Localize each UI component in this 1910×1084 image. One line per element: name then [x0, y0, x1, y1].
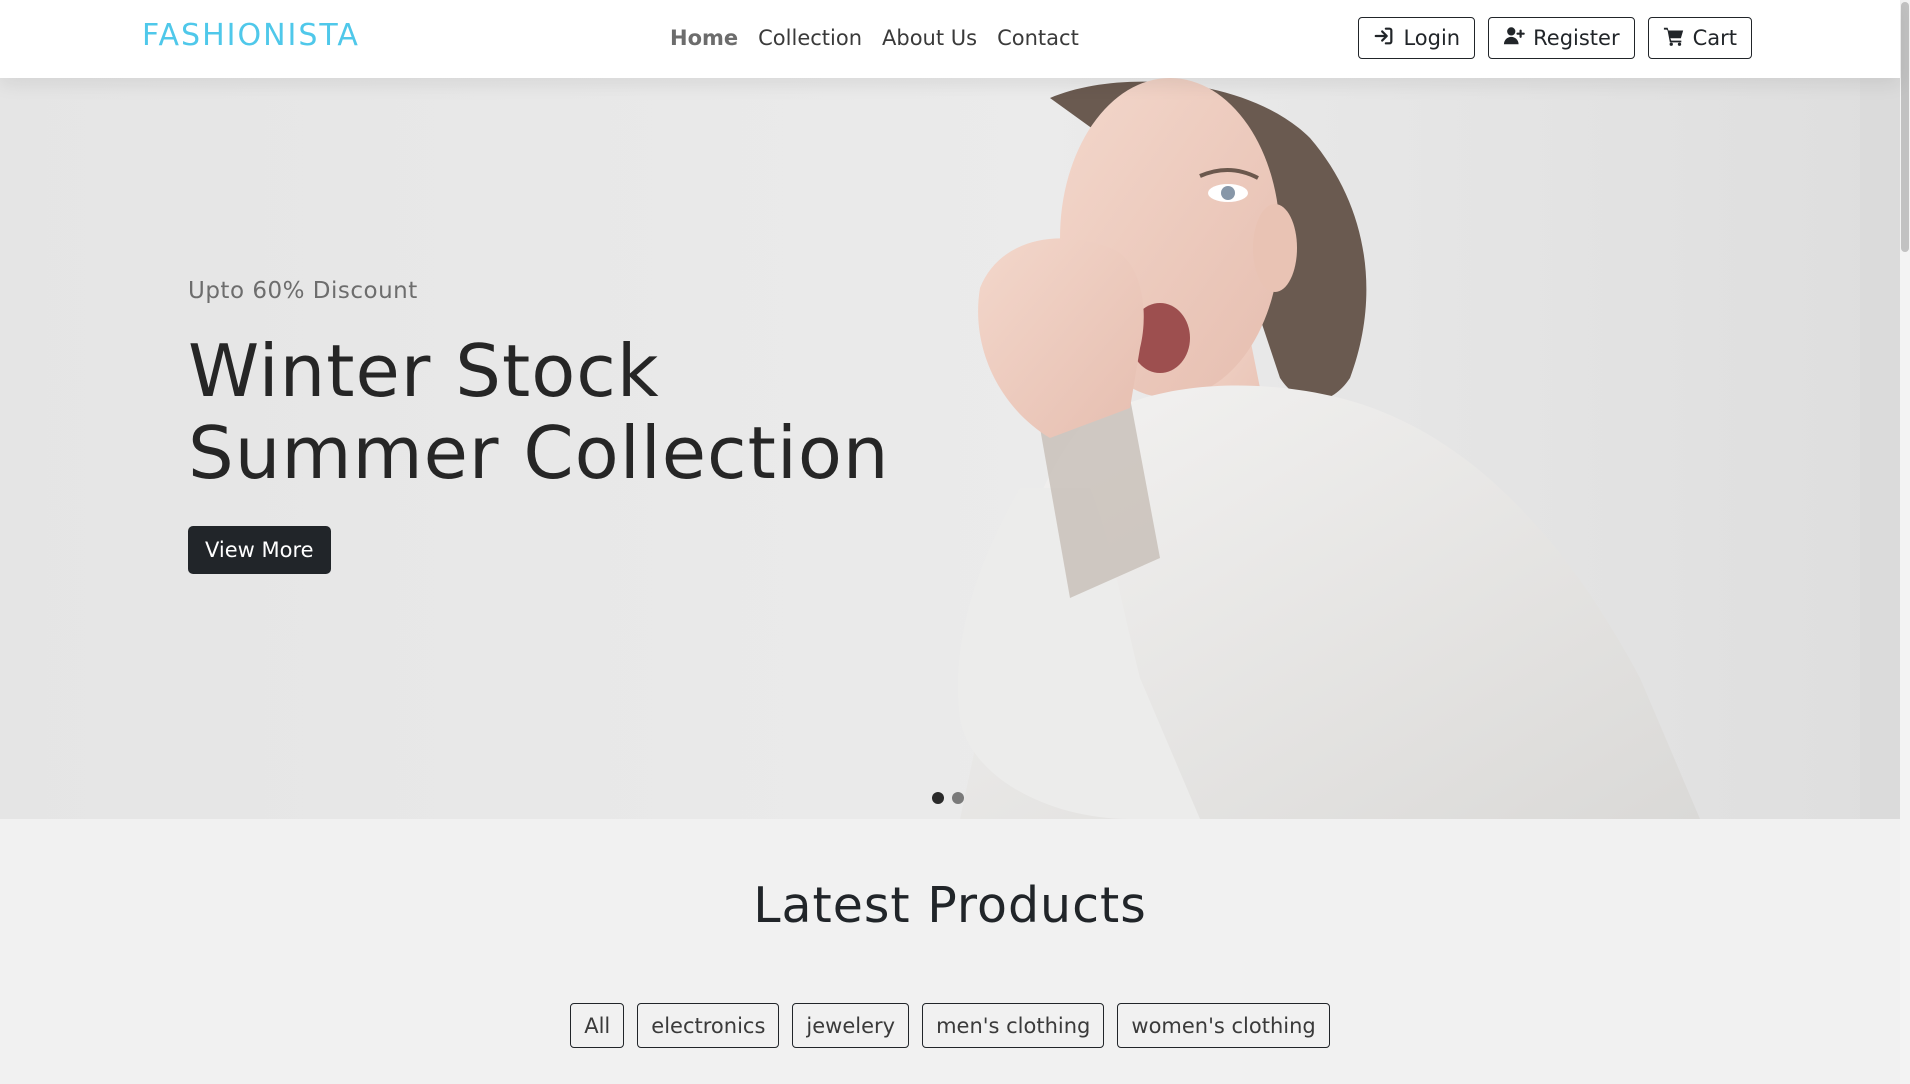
register-button[interactable]: Register	[1488, 17, 1635, 59]
hero-title: Winter Stock Summer Collection	[188, 329, 890, 495]
view-more-button[interactable]: View More	[188, 526, 331, 574]
nav-link-home[interactable]: Home	[670, 26, 738, 50]
login-icon	[1373, 25, 1395, 52]
login-label: Login	[1403, 26, 1461, 50]
carousel-dot-2[interactable]	[952, 792, 964, 804]
filter-womens-clothing-button[interactable]: women's clothing	[1117, 1003, 1330, 1048]
nav-links: Home Collection About Us Contact	[670, 26, 1079, 50]
hero-discount-text: Upto 60% Discount	[188, 278, 418, 304]
carousel-indicators	[932, 792, 964, 804]
register-label: Register	[1533, 26, 1620, 50]
latest-products-section: Latest Products All electronics jewelery…	[0, 819, 1900, 1084]
nav-actions: Login Register Cart	[1358, 17, 1752, 59]
page: FASHIONISTA Home Collection About Us Con…	[0, 0, 1900, 1084]
page-scrollbar[interactable]	[1900, 0, 1910, 1084]
scrollbar-thumb[interactable]	[1901, 2, 1909, 252]
cart-icon	[1663, 25, 1685, 52]
cart-label: Cart	[1692, 26, 1737, 50]
nav-link-about[interactable]: About Us	[882, 26, 977, 50]
carousel-dot-1[interactable]	[932, 792, 944, 804]
cart-button[interactable]: Cart	[1647, 17, 1752, 59]
filter-all-button[interactable]: All	[570, 1003, 625, 1048]
login-button[interactable]: Login	[1358, 17, 1476, 59]
filter-jewelery-button[interactable]: jewelery	[792, 1003, 910, 1048]
nav-link-collection[interactable]: Collection	[758, 26, 862, 50]
category-filters: All electronics jewelery men's clothing …	[0, 1003, 1900, 1048]
filter-electronics-button[interactable]: electronics	[637, 1003, 780, 1048]
brand-logo[interactable]: FASHIONISTA	[142, 18, 360, 53]
section-title: Latest Products	[753, 877, 1147, 934]
user-plus-icon	[1503, 25, 1525, 52]
navbar: FASHIONISTA Home Collection About Us Con…	[0, 0, 1900, 78]
nav-link-contact[interactable]: Contact	[997, 26, 1079, 50]
filter-mens-clothing-button[interactable]: men's clothing	[922, 1003, 1105, 1048]
hero-carousel: Upto 60% Discount Winter Stock Summer Co…	[0, 78, 1900, 819]
hero-caption: Upto 60% Discount Winter Stock Summer Co…	[188, 278, 988, 574]
